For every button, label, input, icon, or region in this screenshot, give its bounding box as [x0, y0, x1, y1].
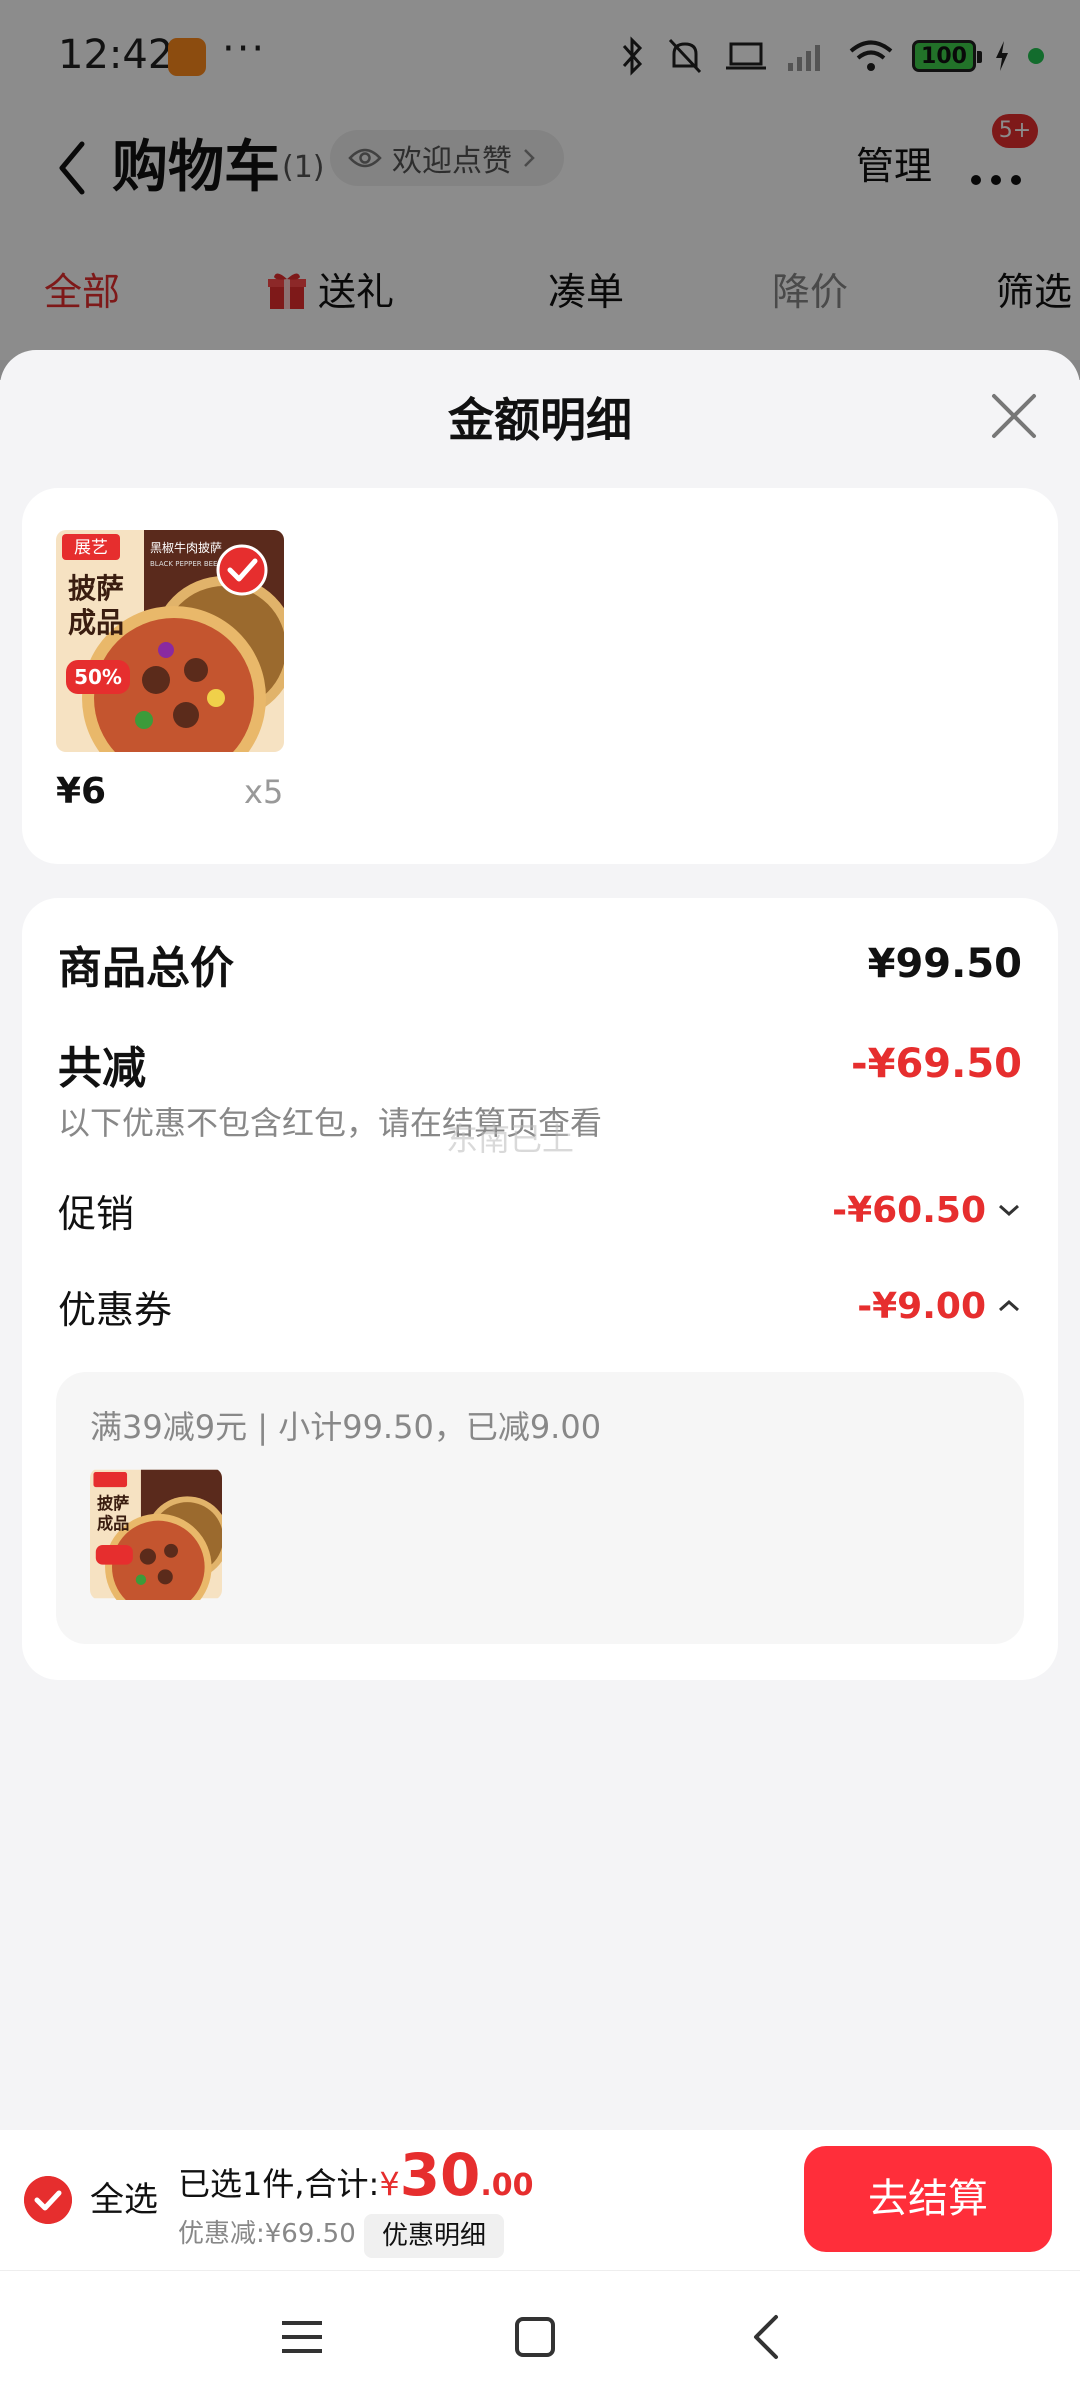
brand-text: 展艺	[74, 538, 108, 558]
product-quantity: x5	[244, 773, 284, 811]
sheet-title: 金额明细	[448, 393, 632, 447]
total-decimal: .00	[480, 2168, 534, 2203]
discount-detail-button[interactable]: 优惠明细	[364, 2214, 505, 2258]
chevron-up-icon	[999, 1299, 1019, 1312]
menu-icon[interactable]	[270, 2305, 334, 2369]
promo-label: 促销	[58, 1191, 135, 1236]
total-price-value: ¥99.50	[867, 941, 1022, 987]
amount-detail-sheet: 金额明细 展艺 披萨 成品 黑椒牛肉披萨 BLACK PEPPER BEEF P…	[0, 350, 1080, 2130]
back-icon[interactable]	[736, 2305, 800, 2369]
total-integer: 30	[399, 2141, 481, 2209]
coupon-row[interactable]: 优惠券 -¥9.00	[58, 1274, 1022, 1338]
selected-summary: 已选1件,合计:¥30.00	[178, 2140, 534, 2221]
product-subhead: 黑椒牛肉披萨	[150, 540, 222, 555]
checkout-bar: 全选 已选1件,合计:¥30.00 优惠减:¥69.50 优惠明细 去结算	[0, 2130, 1080, 2270]
close-icon[interactable]	[984, 386, 1044, 446]
coupon-value-wrap: -¥9.00	[857, 1286, 1022, 1327]
svg-text:披萨: 披萨	[68, 572, 124, 605]
selected-prefix: 已选1件,合计:	[178, 2165, 380, 2203]
discount-amount: 优惠减:¥69.50	[178, 2219, 356, 2249]
dim-overlay[interactable]	[0, 0, 1080, 380]
coupon-value: -¥9.00	[857, 1285, 986, 1327]
pizza-product-image: 展艺 披萨 成品 黑椒牛肉披萨 BLACK PEPPER BEEF PIZZA …	[56, 530, 284, 752]
promo-value-wrap: -¥60.50	[832, 1190, 1022, 1231]
svg-text:成品: 成品	[68, 606, 124, 639]
product-price: ¥6	[56, 771, 107, 812]
coupon-detail-text: 满39减9元 | 小计99.50，已减9.00	[90, 1408, 602, 1446]
promo-value: -¥60.50	[832, 1189, 986, 1231]
summary-card: 商品总价 ¥99.50 共减 -¥69.50 以下优惠不包含红包，请在结算页查看…	[22, 898, 1058, 1680]
total-reduce-row: 共减 -¥69.50	[58, 1032, 1022, 1096]
total-reduce-label: 共减	[58, 1043, 146, 1094]
pizza-thumb-image: 披萨 成品	[90, 1469, 222, 1600]
coupon-label: 优惠券	[58, 1287, 173, 1332]
promo-row[interactable]: 促销 -¥60.50	[58, 1178, 1022, 1242]
svg-text:披萨: 披萨	[97, 1494, 129, 1513]
home-icon[interactable]	[503, 2305, 567, 2369]
product-percent: 50%	[74, 665, 122, 689]
select-all-checkbox[interactable]	[24, 2176, 72, 2224]
product-image[interactable]: 展艺 披萨 成品 黑椒牛肉披萨 BLACK PEPPER BEEF PIZZA …	[56, 530, 284, 752]
svg-text:成品: 成品	[97, 1514, 129, 1533]
coupon-product-thumb[interactable]: 披萨 成品	[90, 1468, 222, 1600]
total-price-label: 商品总价	[58, 943, 234, 994]
system-nav-bar	[0, 2270, 1080, 2400]
watermark-text: 东南已上	[446, 1120, 575, 1158]
coupon-detail-box: 满39减9元 | 小计99.50，已减9.00 披萨 成品	[56, 1372, 1024, 1644]
product-card: 展艺 披萨 成品 黑椒牛肉披萨 BLACK PEPPER BEEF PIZZA …	[22, 488, 1058, 864]
total-yen: ¥	[379, 2165, 400, 2203]
total-price-row: 商品总价 ¥99.50	[58, 932, 1022, 996]
checkout-button[interactable]: 去结算	[804, 2146, 1052, 2252]
total-reduce-value: -¥69.50	[851, 1041, 1022, 1087]
chevron-down-icon	[999, 1204, 1019, 1217]
select-all-label[interactable]: 全选	[90, 2174, 158, 2226]
